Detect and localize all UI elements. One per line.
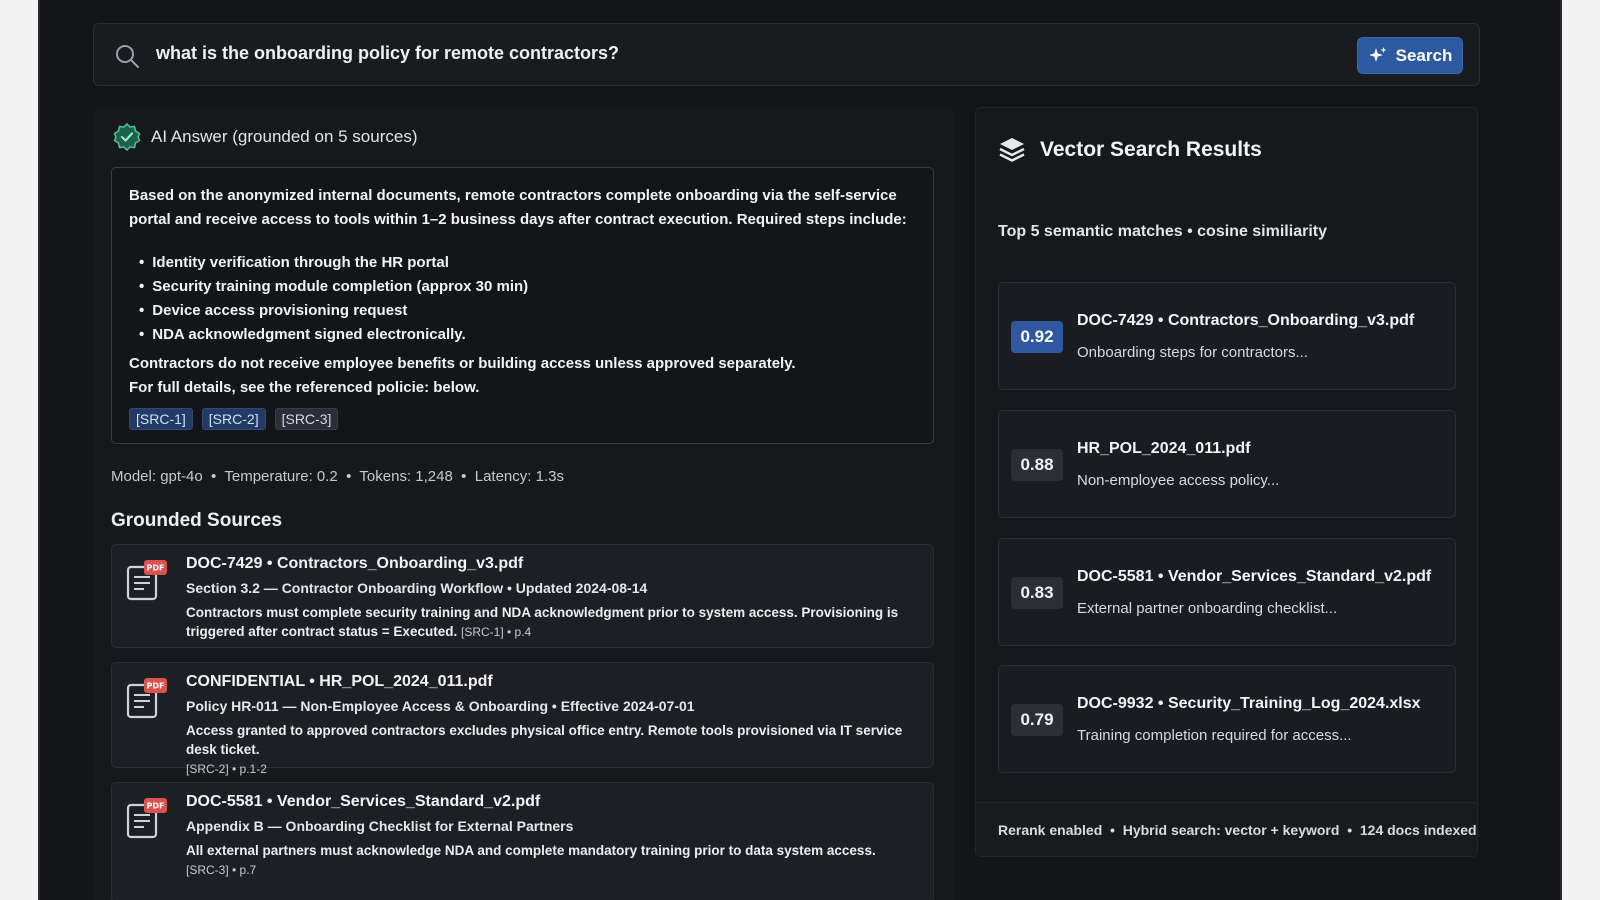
result-description: External partner onboarding checklist... [1077,600,1338,617]
answer-step: NDA acknowledgment signed electronically… [139,323,916,347]
result-description: Training completion required for access.… [1077,727,1352,744]
ai-answer-title: AI Answer (grounded on 5 sources) [151,127,418,146]
vector-results-panel: Vector Search Results Top 5 semantic mat… [975,107,1478,857]
similarity-score: 0.92 [1011,321,1063,353]
grounded-sources-title: Grounded Sources [111,510,283,531]
source-excerpt: Contractors must complete security train… [186,603,919,642]
result-description: Onboarding steps for contractors... [1077,344,1308,361]
source-title: CONFIDENTIAL • HR_POL_2024_011.pdf [186,673,493,690]
similarity-score: 0.88 [1011,449,1063,481]
pdf-document-icon: PDF [126,798,167,839]
answer-step: Identity verification through the HR por… [139,251,916,275]
similarity-score: 0.83 [1011,577,1063,609]
result-card[interactable]: 0.79 DOC-9932 • Security_Training_Log_20… [998,665,1456,773]
result-title: DOC-9932 • Security_Training_Log_2024.xl… [1077,695,1421,712]
vector-results-subtitle: Top 5 semantic matches • cosine similiar… [998,223,1327,240]
source-title: DOC-5581 • Vendor_Services_Standard_v2.p… [186,793,541,810]
search-icon [116,45,139,68]
vector-results-header: Vector Search Results [998,136,1262,164]
answer-step: Device access provisioning request [139,299,916,323]
source-excerpt-text: All external partners must acknowledge N… [186,843,876,858]
pdf-badge: PDF [147,564,165,573]
result-description: Non-employee access policy... [1077,472,1280,489]
source-tag-1[interactable]: [SRC-1] [129,408,193,430]
pdf-document-icon: PDF [126,560,167,601]
answer-intro: Based on the anonymized internal documen… [129,187,907,228]
layers-stack-icon [999,138,1025,162]
answer-note: For full details, see the referenced pol… [129,379,480,396]
source-subtitle: Appendix B — Onboarding Checklist for Ex… [186,818,574,834]
search-settings-text: Rerank enabled • Hybrid search: vector +… [998,821,1477,838]
source-tag-3[interactable]: [SRC-3] [274,408,339,430]
result-card[interactable]: 0.88 HR_POL_2024_011.pdf Non-employee ac… [998,410,1456,518]
ai-answer-box: Based on the anonymized internal documen… [111,167,934,444]
search-button-label: Search [1395,45,1453,65]
result-title: DOC-5581 • Vendor_Services_Standard_v2.p… [1077,568,1432,585]
search-bar[interactable]: what is the onboarding policy for remote… [93,23,1480,86]
pdf-document-icon: PDF [126,678,167,719]
answer-steps: Identity verification through the HR por… [139,251,916,347]
answer-step: Security training module completion (app… [139,275,916,299]
answer-panel: AI Answer (grounded on 5 sources) Based … [93,107,955,900]
vector-results-title: Vector Search Results [1040,138,1262,161]
pdf-badge: PDF [147,802,165,811]
source-ref: [SRC-2] • p.1-2 [186,762,267,776]
source-ref: [SRC-1] • p.4 [460,625,532,639]
source-excerpt: Access granted to approved contractors e… [186,721,919,779]
source-title: DOC-7429 • Contractors_Onboarding_v3.pdf [186,555,524,572]
sparkle-icon [1368,46,1387,62]
source-tag-2[interactable]: [SRC-2] [201,408,266,430]
pdf-badge: PDF [147,682,165,691]
similarity-score: 0.79 [1011,704,1063,736]
result-title: HR_POL_2024_011.pdf [1077,440,1251,457]
source-ref: [SRC-3] • p.7 [186,863,257,877]
source-card[interactable]: PDF DOC-7429 • Contractors_Onboarding_v3… [111,544,934,648]
source-card[interactable]: PDF CONFIDENTIAL • HR_POL_2024_011.pdf P… [111,662,934,776]
result-title: DOC-7429 • Contractors_Onboarding_v3.pdf [1077,312,1415,329]
ai-answer-header: AI Answer (grounded on 5 sources) [113,123,417,151]
verified-badge-icon [113,123,141,151]
result-card[interactable]: 0.92 DOC-7429 • Contractors_Onboarding_v… [998,282,1456,390]
source-subtitle: Policy HR-011 — Non-Employee Access & On… [186,698,695,714]
search-input[interactable]: what is the onboarding policy for remote… [156,43,619,64]
source-card[interactable]: PDF DOC-5581 • Vendor_Services_Standard_… [111,782,934,900]
app: what is the onboarding policy for remote… [40,0,1560,900]
result-card[interactable]: 0.83 DOC-5581 • Vendor_Services_Standard… [998,538,1456,646]
source-excerpt-text: Access granted to approved contractors e… [186,723,903,757]
source-excerpt: All external partners must acknowledge N… [186,841,919,880]
search-button[interactable]: Search [1357,37,1463,74]
model-meta: Model: gpt-4o • Temperature: 0.2 • Token… [111,468,564,485]
answer-note: Contractors do not receive employee bene… [129,355,796,372]
source-tags: [SRC-1] [SRC-2] [SRC-3] [129,408,916,430]
source-excerpt-text: Contractors must complete security train… [186,605,899,639]
search-settings-footer: Rerank enabled • Hybrid search: vector +… [976,802,1477,856]
source-subtitle: Section 3.2 — Contractor Onboarding Work… [186,580,648,596]
